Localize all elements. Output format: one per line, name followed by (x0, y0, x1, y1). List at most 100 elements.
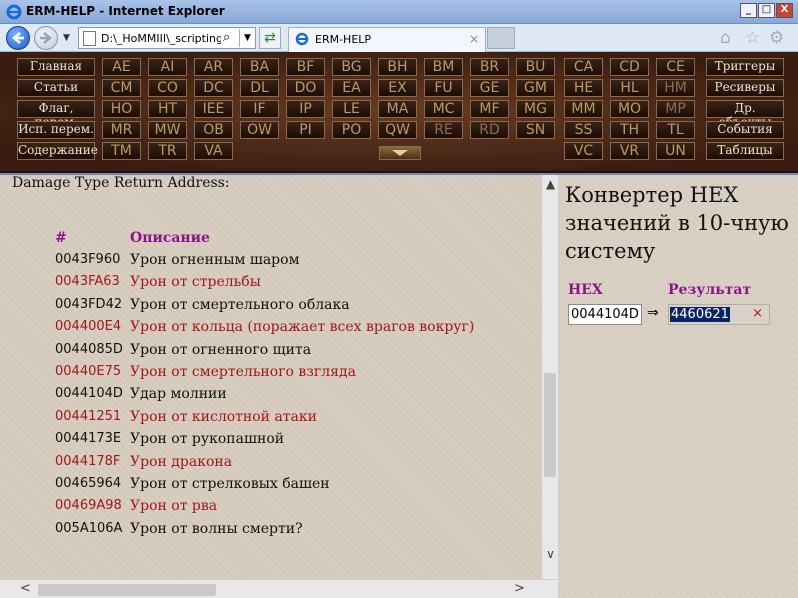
receiver-button-gm[interactable]: GM (516, 79, 555, 97)
receiver-button-mf[interactable]: MF (470, 100, 509, 118)
receiver-button-ar[interactable]: AR (194, 58, 233, 76)
favorites-star-icon[interactable]: ☆ (745, 28, 760, 48)
horizontal-scrollbar[interactable]: < > (0, 579, 558, 598)
receiver-button-bm[interactable]: BM (424, 58, 463, 76)
receiver-button-bg[interactable]: BG (332, 58, 371, 76)
menu-stati[interactable]: Статьи (17, 79, 95, 97)
receiver-button-sn[interactable]: SN (516, 121, 555, 139)
receiver-button-if[interactable]: IF (240, 100, 279, 118)
menu-isp-perem[interactable]: Исп. перем. (17, 121, 95, 139)
receiver-button-mw[interactable]: MW (148, 121, 187, 139)
receiver-button-dc[interactable]: DC (194, 79, 233, 97)
receiver-button-mp[interactable]: MP (656, 100, 695, 118)
receiver-button-cm[interactable]: CM (102, 79, 141, 97)
receiver-button-bh[interactable]: BH (378, 58, 417, 76)
receiver-button-fu[interactable]: FU (424, 79, 463, 97)
receiver-button-va[interactable]: VA (194, 142, 233, 160)
receiver-button-ge[interactable]: GE (470, 79, 509, 97)
menu-tables[interactable]: Таблицы (706, 142, 784, 160)
back-button[interactable] (6, 26, 30, 50)
receiver-button-ai[interactable]: AI (148, 58, 187, 76)
receiver-button-vc[interactable]: VC (564, 142, 603, 160)
menu-flag-perem[interactable]: Флаг, перем. (17, 100, 95, 129)
receiver-button-ss[interactable]: SS (564, 121, 603, 139)
menu-other-objects[interactable]: Др. объекты (706, 100, 784, 129)
receiver-button-ob[interactable]: OB (194, 121, 233, 139)
receiver-button-le[interactable]: LE (332, 100, 371, 118)
address-bar[interactable]: D:\_HoMMIII\_scripting\ ⌕ ▼ (78, 27, 256, 49)
receiver-button-ca[interactable]: CA (564, 58, 603, 76)
receiver-button-bu[interactable]: BU (516, 58, 555, 76)
receiver-button-mc[interactable]: MC (424, 100, 463, 118)
address-text[interactable]: D:\_HoMMIII\_scripting\ (101, 32, 221, 45)
minimize-button[interactable]: _ (740, 3, 757, 18)
home-icon[interactable]: ⌂ (720, 28, 731, 48)
refresh-button[interactable]: ⇄ (259, 27, 281, 49)
menu-glavnaya[interactable]: Главная (17, 58, 95, 76)
history-dropdown-icon[interactable]: ▼ (63, 33, 70, 43)
receiver-button-ex[interactable]: EX (378, 79, 417, 97)
menu-expand-arrow-icon[interactable] (379, 146, 421, 160)
receiver-button-br[interactable]: BR (470, 58, 509, 76)
receiver-button-cd[interactable]: CD (610, 58, 649, 76)
vertical-scroll-thumb[interactable] (544, 373, 556, 477)
menu-events[interactable]: События (706, 121, 784, 139)
receiver-button-rd[interactable]: RD (470, 121, 509, 139)
receiver-button-vr[interactable]: VR (610, 142, 649, 160)
menu-soderzhanie[interactable]: Содержание (17, 142, 98, 160)
receiver-button-tl[interactable]: TL (656, 121, 695, 139)
receiver-button-tr[interactable]: TR (148, 142, 187, 160)
receiver-button-ae[interactable]: AE (102, 58, 141, 76)
maximize-button[interactable]: □ (758, 3, 775, 18)
forward-button[interactable] (34, 26, 58, 50)
receiver-button-mr[interactable]: MR (102, 121, 141, 139)
scroll-up-icon[interactable]: ▲ (543, 177, 558, 191)
scroll-down-icon[interactable]: ∨ (543, 547, 558, 561)
menu-triggers[interactable]: Триггеры (706, 58, 784, 76)
vertical-scrollbar[interactable]: ▲ ∨ (541, 175, 558, 579)
receiver-button-pi[interactable]: PI (286, 121, 325, 139)
receiver-button-bf[interactable]: BF (286, 58, 325, 76)
receiver-button-po[interactable]: PO (332, 121, 371, 139)
result-field[interactable]: 4460621 × (668, 304, 770, 325)
tab-close-icon[interactable]: × (469, 32, 479, 46)
row-address: 005A106A (55, 520, 123, 536)
receiver-button-ht[interactable]: HT (148, 100, 187, 118)
settings-gear-icon[interactable]: ⚙ (769, 28, 784, 48)
menu-receivers[interactable]: Ресиверы (706, 79, 784, 97)
receiver-button-dl[interactable]: DL (240, 79, 279, 97)
receiver-button-un[interactable]: UN (656, 142, 695, 160)
receiver-button-hl[interactable]: HL (610, 79, 649, 97)
receiver-button-he[interactable]: HE (564, 79, 603, 97)
row-description: Урон от огненного щита (130, 341, 312, 358)
scroll-left-icon[interactable]: < (20, 581, 31, 596)
receiver-button-re[interactable]: RE (424, 121, 463, 139)
search-icon[interactable]: ⌕ (223, 30, 230, 45)
receiver-button-ip[interactable]: IP (286, 100, 325, 118)
horizontal-scroll-thumb[interactable] (38, 584, 216, 596)
receiver-button-co[interactable]: CO (148, 79, 187, 97)
close-window-button[interactable]: X (776, 3, 793, 18)
receiver-button-iee[interactable]: IEE (194, 100, 233, 118)
receiver-button-ce[interactable]: CE (656, 58, 695, 76)
receiver-button-tm[interactable]: TM (102, 142, 141, 160)
receiver-button-mm[interactable]: MM (564, 100, 603, 118)
receiver-button-ma[interactable]: MA (378, 100, 417, 118)
hex-input[interactable] (568, 304, 642, 325)
receiver-button-mo[interactable]: MO (610, 100, 649, 118)
receiver-button-qw[interactable]: QW (378, 121, 417, 139)
clear-icon[interactable]: × (752, 306, 763, 321)
receiver-button-ho[interactable]: HO (102, 100, 141, 118)
scroll-right-icon[interactable]: > (514, 581, 525, 596)
receiver-button-hm[interactable]: HM (656, 79, 695, 97)
receiver-button-mg[interactable]: MG (516, 100, 555, 118)
address-dropdown-icon[interactable]: ▼ (239, 29, 255, 47)
result-value[interactable]: 4460621 (670, 307, 730, 322)
new-tab-button[interactable] (487, 27, 515, 49)
receiver-button-ow[interactable]: OW (240, 121, 279, 139)
tab-erm-help[interactable]: ERM-HELP × (288, 27, 486, 52)
receiver-button-th[interactable]: TH (610, 121, 649, 139)
receiver-button-ba[interactable]: BA (240, 58, 279, 76)
receiver-button-ea[interactable]: EA (332, 79, 371, 97)
receiver-button-do[interactable]: DO (286, 79, 325, 97)
